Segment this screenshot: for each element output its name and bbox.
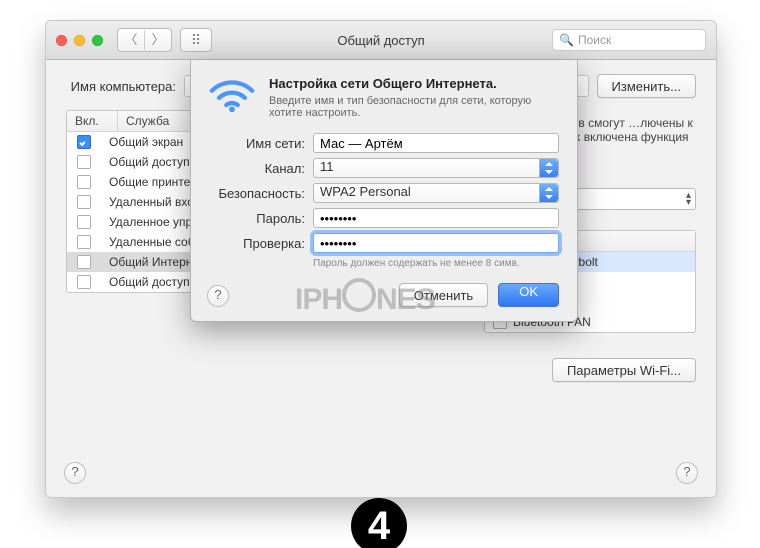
change-button[interactable]: Изменить... bbox=[597, 74, 696, 98]
help-icon[interactable]: ? bbox=[207, 285, 229, 307]
sheet-subtitle: Введите имя и тип безопасности для сети,… bbox=[269, 95, 559, 119]
service-checkbox[interactable] bbox=[77, 215, 91, 229]
zoom-icon[interactable] bbox=[92, 35, 103, 46]
show-all-icon[interactable]: ⠿ bbox=[180, 28, 212, 52]
window-controls bbox=[56, 35, 103, 46]
channel-select[interactable]: 11 bbox=[313, 158, 559, 178]
help-icon[interactable]: ? bbox=[676, 462, 698, 484]
search-input[interactable]: 🔍 Поиск bbox=[552, 29, 706, 51]
service-checkbox[interactable] bbox=[77, 255, 91, 269]
password-label: Пароль: bbox=[209, 211, 313, 226]
channel-value: 11 bbox=[320, 159, 334, 174]
channel-label: Канал: bbox=[209, 161, 313, 176]
chevron-updown-icon: ▴▾ bbox=[686, 192, 691, 206]
chevron-updown-icon bbox=[539, 184, 558, 202]
minimize-icon[interactable] bbox=[74, 35, 85, 46]
service-checkbox[interactable] bbox=[77, 155, 91, 169]
chevron-updown-icon bbox=[539, 159, 558, 177]
forward-icon[interactable]: 〉 bbox=[144, 30, 171, 50]
service-checkbox[interactable] bbox=[77, 275, 91, 289]
step-badge: 4 bbox=[351, 498, 407, 548]
computer-name-label: Имя компьютера: bbox=[66, 79, 176, 94]
search-icon: 🔍 bbox=[559, 33, 574, 47]
titlebar: 〈 〉 ⠿ Общий доступ 🔍 Поиск bbox=[46, 21, 716, 60]
security-select[interactable]: WPA2 Personal bbox=[313, 183, 559, 203]
verify-password-field[interactable] bbox=[313, 233, 559, 253]
close-icon[interactable] bbox=[56, 35, 67, 46]
wifi-config-sheet: Настройка сети Общего Интернета. Введите… bbox=[190, 60, 578, 322]
security-value: WPA2 Personal bbox=[320, 184, 411, 199]
sheet-title: Настройка сети Общего Интернета. bbox=[269, 76, 559, 91]
help-icon[interactable]: ? bbox=[64, 462, 86, 484]
wifi-icon bbox=[209, 76, 255, 119]
service-checkbox[interactable] bbox=[77, 175, 91, 189]
back-icon[interactable]: 〈 bbox=[118, 30, 144, 50]
col-service-header[interactable]: Служба bbox=[118, 111, 177, 131]
password-field[interactable] bbox=[313, 208, 559, 228]
network-name-field[interactable] bbox=[313, 133, 559, 153]
ok-button[interactable]: OK bbox=[498, 283, 559, 307]
nav-back-forward[interactable]: 〈 〉 bbox=[117, 28, 172, 52]
search-placeholder: Поиск bbox=[578, 33, 611, 47]
service-label: Общий экран bbox=[101, 135, 191, 149]
wifi-options-button[interactable]: Параметры Wi-Fi... bbox=[552, 358, 696, 382]
service-checkbox[interactable] bbox=[77, 135, 91, 149]
security-label: Безопасность: bbox=[209, 186, 313, 201]
service-checkbox[interactable] bbox=[77, 195, 91, 209]
service-checkbox[interactable] bbox=[77, 235, 91, 249]
network-name-label: Имя сети: bbox=[209, 136, 313, 151]
password-hint: Пароль должен содержать не менее 8 симв. bbox=[313, 258, 559, 269]
verify-label: Проверка: bbox=[209, 236, 313, 251]
col-on-header[interactable]: Вкл. bbox=[67, 111, 118, 131]
cancel-button[interactable]: Отменить bbox=[399, 283, 488, 307]
